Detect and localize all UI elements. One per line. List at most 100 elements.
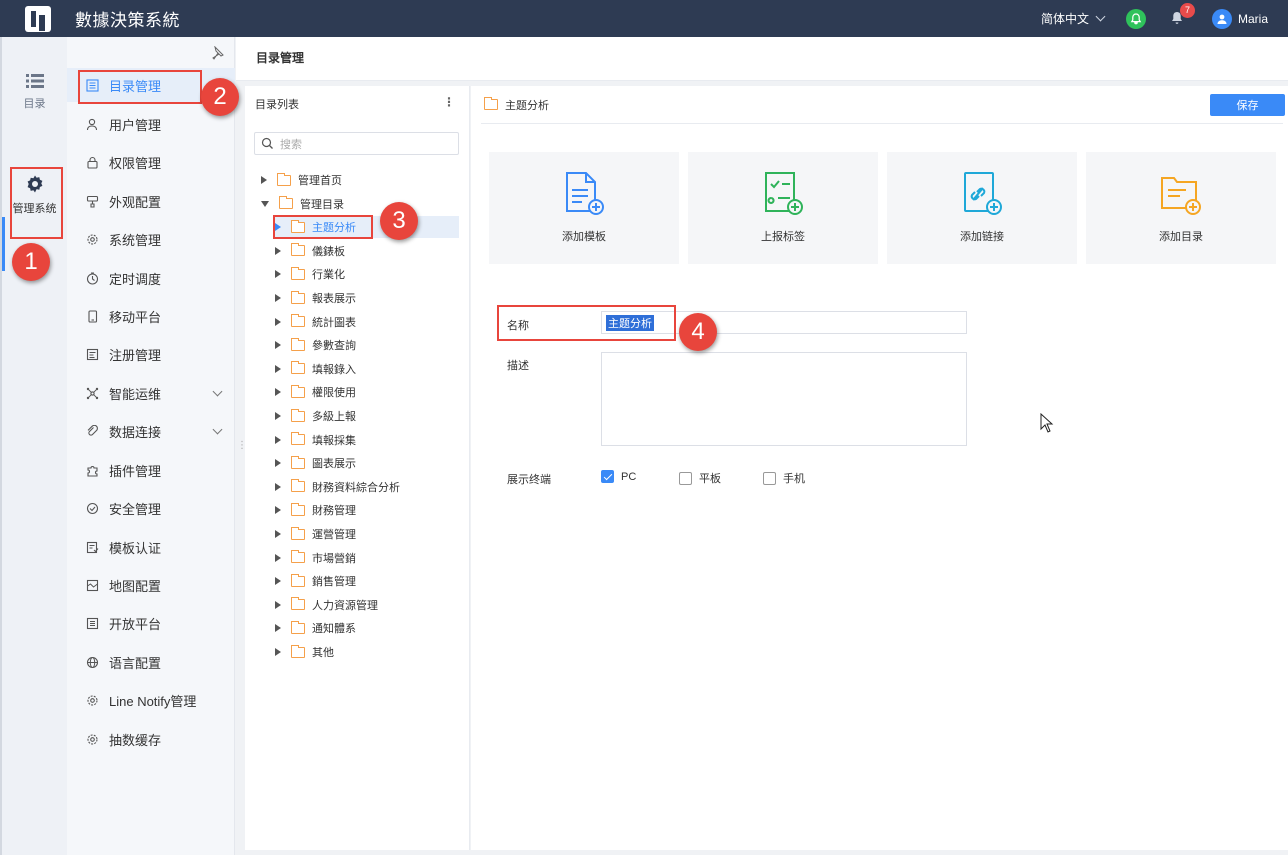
annotation-box-2 [78,70,202,104]
tree-node[interactable]: 參數查詢 [275,334,459,356]
tree-node[interactable]: 管理首页 [261,169,459,191]
tree-node[interactable]: 通知體系 [275,617,459,639]
tree-node[interactable]: 權限使用 [275,381,459,403]
expand-arrow-icon[interactable] [261,176,267,184]
folder-icon [484,97,498,110]
tree-node[interactable]: 統計圖表 [275,311,459,333]
tree-search-input[interactable]: 搜索 [254,132,459,155]
menu-item-data-connection[interactable]: 数据连接 [67,414,235,448]
description-textarea[interactable] [601,352,967,446]
more-options-icon[interactable]: ⋮ [443,95,455,109]
menu-item-map[interactable]: 地图配置 [67,568,235,602]
menu-item-appearance[interactable]: 外观配置 [67,184,235,218]
tree-node[interactable]: 運營管理 [275,523,459,545]
tablet-checkbox[interactable]: 平板 [679,470,721,486]
user-menu[interactable]: Maria [1211,8,1268,29]
menu-item-label: 模板认证 [109,540,162,556]
menu-item-extract-cache[interactable]: 抽数缓存 [67,722,235,756]
menu-item-label: 注册管理 [109,347,162,363]
menu-item-registration[interactable]: 注册管理 [67,337,235,371]
menu-item-schedule[interactable]: 定时调度 [67,261,235,295]
collapse-arrow-icon[interactable] [261,200,269,207]
add-tag-icon [765,172,803,215]
expand-arrow-icon[interactable] [275,294,281,302]
catalog-tree-panel: 目录列表 ⋮ 搜索 管理首页 管理目录 主题分析 儀錶板 行業化 報表展示 統計圖表 參數查詢… [245,86,470,850]
expand-arrow-icon[interactable] [275,530,281,538]
menu-item-label: 智能运维 [109,386,162,402]
expand-arrow-icon[interactable] [275,577,281,586]
pin-icon[interactable] [210,46,224,60]
annotation-box-3 [273,215,373,239]
expand-arrow-icon[interactable] [275,270,281,279]
menu-item-plugins[interactable]: 插件管理 [67,453,235,487]
folder-icon [291,550,305,564]
add-folder-card[interactable]: 添加目录 [1086,152,1276,264]
notification-button[interactable]: 7 [1170,2,1195,28]
shield-icon [85,501,99,515]
expand-arrow-icon[interactable] [275,246,281,255]
tree-node[interactable]: 市場營銷 [275,547,459,569]
expand-arrow-icon[interactable] [275,364,281,373]
report-tag-card[interactable]: 上报标签 [688,152,878,264]
tree-node-label: 填報錄入 [312,363,356,376]
expand-arrow-icon[interactable] [275,506,281,515]
card-label: 上报标签 [761,231,805,243]
tree-node-label: 財務管理 [312,505,356,518]
search-placeholder: 搜索 [280,138,302,151]
expand-arrow-icon[interactable] [275,388,281,397]
alert-bell-icon[interactable] [1125,8,1146,29]
menu-item-template-auth[interactable]: 模板认证 [67,530,235,564]
menu-item-label: 插件管理 [109,463,162,479]
terminal-label: 展示终端 [507,474,551,486]
add-template-card[interactable]: 添加模板 [489,152,679,264]
expand-arrow-icon[interactable] [275,341,281,350]
menu-item-permissions[interactable]: 权限管理 [67,145,235,179]
phone-checkbox[interactable]: 手机 [763,470,805,486]
template-icon [85,540,99,554]
checkbox-label: PC [621,470,637,483]
tree-node[interactable]: 填報採集 [275,429,459,451]
expand-arrow-icon[interactable] [275,482,281,491]
pc-checkbox[interactable]: PC [601,470,636,483]
add-folder-icon [1161,177,1201,215]
save-button[interactable]: 保存 [1210,94,1285,116]
tree-node[interactable]: 儀錶板 [275,240,459,262]
tree-node[interactable]: 填報錄入 [275,358,459,380]
menu-item-system[interactable]: 系统管理 [67,222,235,256]
menu-item-line-notify[interactable]: Line Notify管理 [67,683,235,717]
tree-node[interactable]: 財務資料綜合分析 [275,476,459,498]
tree-node[interactable]: 多級上報 [275,405,459,427]
expand-arrow-icon[interactable] [275,624,281,633]
expand-arrow-icon[interactable] [275,648,281,656]
expand-arrow-icon[interactable] [275,553,281,562]
tree-node[interactable]: 圖表展示 [275,452,459,474]
menu-item-mobile[interactable]: 移动平台 [67,299,235,333]
menu-item-label: 抽数缓存 [109,732,162,748]
expand-arrow-icon[interactable] [275,317,281,326]
tree-node[interactable]: 行業化 [275,263,459,285]
folder-icon [291,479,305,493]
add-link-card[interactable]: 添加链接 [887,152,1077,264]
expand-arrow-icon[interactable] [275,412,281,420]
tree-node[interactable]: 人力資源管理 [275,594,459,616]
expand-arrow-icon[interactable] [275,435,281,444]
menu-item-ops[interactable]: 智能运维 [67,376,235,410]
menu-item-language[interactable]: 语言配置 [67,645,235,679]
tree-title: 目录列表 [255,99,299,111]
tree-node-label: 人力資源管理 [312,599,378,612]
menu-item-open-platform[interactable]: 开放平台 [67,606,235,640]
tree-node[interactable]: 財務管理 [275,499,459,521]
expand-arrow-icon[interactable] [275,459,281,468]
search-icon [261,137,273,149]
tree-node[interactable]: 管理目录 [261,193,459,215]
tree-node[interactable]: 銷售管理 [275,570,459,592]
detail-header: 主题分析 [481,86,1283,124]
tree-node[interactable]: 其他 [275,641,459,663]
top-bar: 數據決策系統 简体中文 7 Maria [0,0,1288,37]
tree-node[interactable]: 報表展示 [275,287,459,309]
expand-arrow-icon[interactable] [275,600,281,609]
menu-item-security[interactable]: 安全管理 [67,491,235,525]
language-select[interactable]: 简体中文 [1041,10,1106,27]
annotation-badge-4: 4 [679,313,717,351]
rail-item-catalog[interactable]: 目录 [2,73,67,111]
